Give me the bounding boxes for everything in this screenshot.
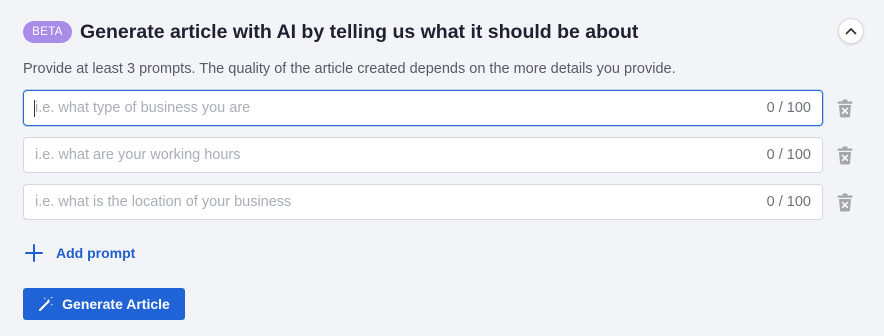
collapse-button[interactable] (838, 18, 864, 44)
add-prompt-button[interactable]: Add prompt (25, 242, 135, 264)
trash-icon (837, 99, 853, 117)
prompt-input[interactable] (35, 91, 735, 125)
prompt-row: 0 / 100 (23, 184, 863, 220)
delete-prompt-button[interactable] (835, 144, 855, 166)
character-counter: 0 / 100 (766, 100, 811, 116)
chevron-up-icon (845, 28, 857, 35)
panel-header: BETA Generate article with AI by telling… (23, 20, 638, 44)
prompt-row: 0 / 100 (23, 137, 863, 173)
character-counter: 0 / 100 (766, 147, 811, 163)
trash-icon (837, 193, 853, 211)
prompt-field[interactable]: 0 / 100 (23, 184, 823, 220)
plus-icon (25, 244, 43, 262)
character-counter: 0 / 100 (766, 194, 811, 210)
panel-title: Generate article with AI by telling us w… (80, 20, 639, 43)
prompt-input[interactable] (35, 185, 735, 219)
ai-article-generator-panel: BETA Generate article with AI by telling… (0, 0, 884, 336)
prompt-input[interactable] (35, 138, 735, 172)
delete-prompt-button[interactable] (835, 191, 855, 213)
prompt-field[interactable]: 0 / 100 (23, 137, 823, 173)
panel-description: Provide at least 3 prompts. The quality … (23, 61, 676, 77)
trash-icon (837, 146, 853, 164)
text-caret (34, 100, 35, 117)
delete-prompt-button[interactable] (835, 97, 855, 119)
prompt-row: 0 / 100 (23, 90, 863, 126)
generate-article-button[interactable]: Generate Article (23, 288, 185, 320)
prompt-field[interactable]: 0 / 100 (23, 90, 823, 126)
beta-badge: BETA (23, 21, 72, 43)
magic-wand-icon (39, 296, 54, 311)
generate-article-label: Generate Article (62, 296, 170, 312)
add-prompt-label: Add prompt (56, 245, 136, 261)
